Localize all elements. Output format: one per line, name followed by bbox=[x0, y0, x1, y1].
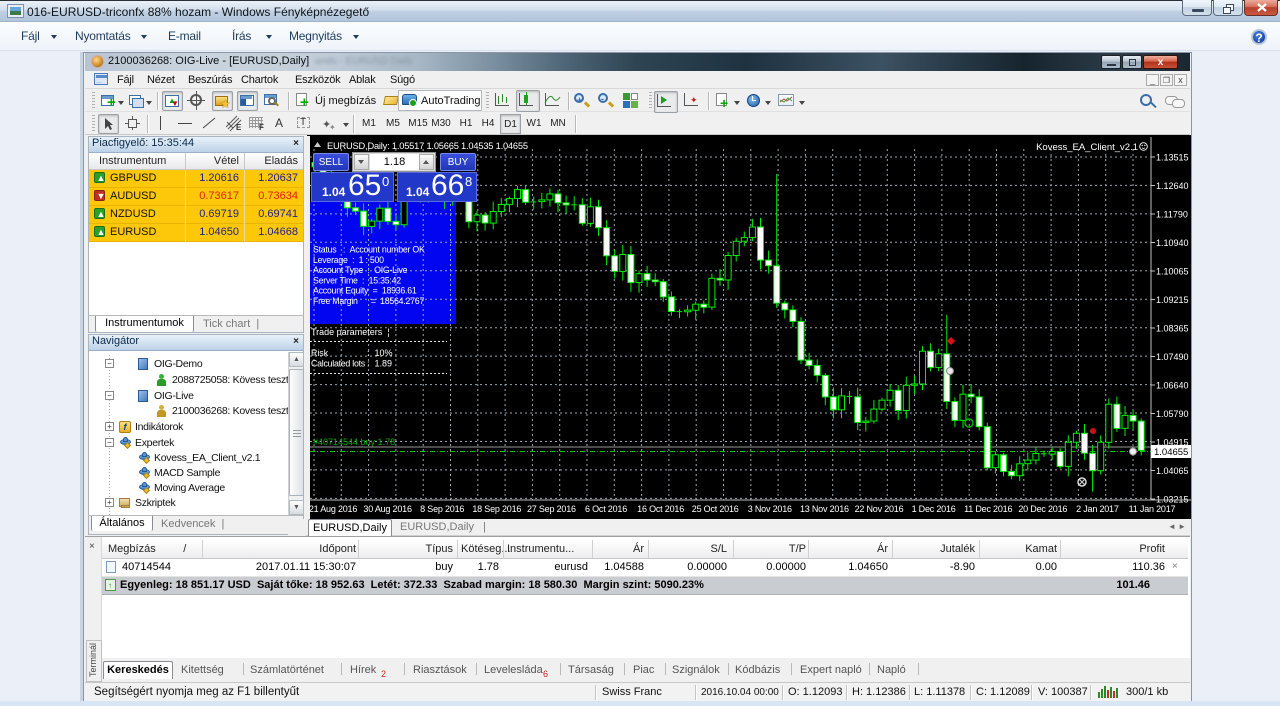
svg-text:25 Oct 2016: 25 Oct 2016 bbox=[692, 504, 739, 514]
svg-text:1 Dec 2016: 1 Dec 2016 bbox=[912, 504, 956, 514]
svg-text:13 Nov 2016: 13 Nov 2016 bbox=[800, 504, 849, 514]
svg-text:30 Aug 2016: 30 Aug 2016 bbox=[363, 504, 412, 514]
svg-text:: 10%: : 10% bbox=[367, 348, 393, 358]
svg-text:11 Jan 2017: 11 Jan 2017 bbox=[1129, 504, 1176, 514]
svg-text:Server Time : 15:35:42: Server Time : 15:35:42 bbox=[313, 275, 401, 285]
svg-text:EURUSD,Daily: 1.05517 1.05665: EURUSD,Daily: 1.05517 1.05665 1.04535 1.… bbox=[327, 141, 528, 151]
svg-text:Status : Account number OK: Status : Account number OK bbox=[313, 245, 425, 255]
svg-text:1.09215: 1.09215 bbox=[1156, 295, 1189, 305]
svg-text:11 Dec 2016: 11 Dec 2016 bbox=[964, 504, 1012, 514]
svg-text:: 1.89: : 1.89 bbox=[367, 359, 392, 369]
svg-text:16 Oct 2016: 16 Oct 2016 bbox=[637, 504, 684, 514]
svg-text:1.13515: 1.13515 bbox=[1156, 153, 1189, 163]
svg-text:#40714544 buy 1.78: #40714544 buy 1.78 bbox=[313, 437, 395, 447]
svg-text:1.10940: 1.10940 bbox=[1156, 238, 1189, 248]
svg-text:2 Jan 2017: 2 Jan 2017 bbox=[1076, 504, 1119, 514]
svg-text:18 Sep 2016: 18 Sep 2016 bbox=[472, 504, 521, 514]
svg-text:3 Nov 2016: 3 Nov 2016 bbox=[748, 504, 792, 514]
svg-text:Kovess_EA_Client_v2.1: Kovess_EA_Client_v2.1 bbox=[1036, 142, 1138, 153]
svg-text:1.12640: 1.12640 bbox=[1156, 181, 1189, 191]
svg-text:Leverage : 1 : 500: Leverage : 1 : 500 bbox=[313, 255, 384, 265]
svg-text:1.07490: 1.07490 bbox=[1156, 352, 1189, 362]
svg-text:Free Margin = 18564.2767: Free Margin = 18564.2767 bbox=[313, 296, 424, 306]
svg-text:Risk: Risk bbox=[311, 348, 329, 358]
svg-text:20 Dec 2016: 20 Dec 2016 bbox=[1018, 504, 1067, 514]
svg-text:6 Oct 2016: 6 Oct 2016 bbox=[585, 504, 627, 514]
svg-text:27 Sep 2016: 27 Sep 2016 bbox=[527, 504, 576, 514]
svg-text:21 Aug 2016: 21 Aug 2016 bbox=[309, 504, 358, 514]
svg-text:1.10065: 1.10065 bbox=[1156, 267, 1189, 277]
svg-text:22 Nov 2016: 22 Nov 2016 bbox=[855, 504, 904, 514]
svg-text:8 Sep 2016: 8 Sep 2016 bbox=[420, 504, 464, 514]
svg-text:1.04065: 1.04065 bbox=[1156, 466, 1189, 476]
svg-text:Account Equity = 18936.61: Account Equity = 18936.61 bbox=[313, 286, 417, 296]
svg-text:Account Type : OIG-Live: Account Type : OIG-Live bbox=[313, 265, 408, 275]
svg-text:Calculated lots: Calculated lots bbox=[311, 359, 366, 369]
svg-text:Trade parameters ¦: Trade parameters ¦ bbox=[311, 327, 390, 337]
svg-text:1.04655: 1.04655 bbox=[1154, 447, 1188, 458]
svg-text:1.05790: 1.05790 bbox=[1156, 409, 1189, 419]
svg-text:1.08365: 1.08365 bbox=[1156, 324, 1189, 334]
svg-text:1.11790: 1.11790 bbox=[1156, 210, 1188, 220]
svg-text:1.06640: 1.06640 bbox=[1156, 381, 1189, 391]
